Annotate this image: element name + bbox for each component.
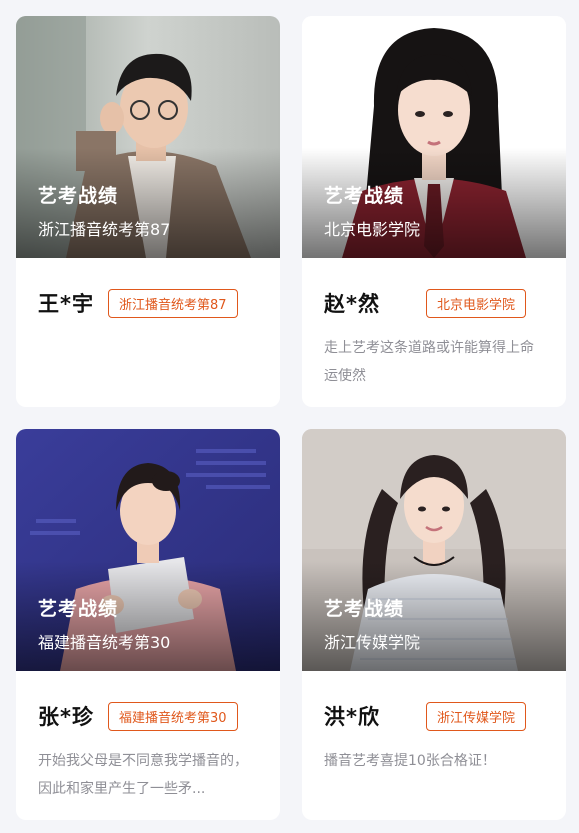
student-info: 洪*欣 浙江传媒学院 播音艺考喜提10张合格证！ bbox=[302, 671, 566, 775]
student-card[interactable]: 艺考战绩 福建播音统考第30 张*珍 福建播音统考第30 开始我父母是不同意我学… bbox=[16, 429, 280, 820]
achievement-badge: 福建播音统考第30 bbox=[108, 701, 238, 731]
student-info: 赵*然 北京电影学院 走上艺考这条道路或许能算得上命运使然 bbox=[302, 258, 566, 390]
student-info: 王*宇 浙江播音统考第87 bbox=[16, 258, 280, 318]
student-name: 洪*欣 bbox=[324, 705, 380, 729]
student-name: 张*珍 bbox=[38, 705, 94, 729]
achievement-badge: 北京电影学院 bbox=[426, 288, 527, 318]
student-photo: 艺考战绩 福建播音统考第30 bbox=[16, 429, 280, 671]
achievement-badge: 浙江播音统考第87 bbox=[108, 288, 238, 318]
student-quote: 走上艺考这条道路或许能算得上命运使然 bbox=[324, 340, 534, 384]
student-card[interactable]: 艺考战绩 浙江播音统考第87 王*宇 浙江播音统考第87 bbox=[16, 16, 280, 407]
student-info: 张*珍 福建播音统考第30 开始我父母是不同意我学播音的，因此和家里产生了一些矛… bbox=[16, 671, 280, 803]
student-name: 赵*然 bbox=[324, 292, 380, 316]
student-quote: 播音艺考喜提10张合格证！ bbox=[324, 753, 496, 769]
student-card[interactable]: 艺考战绩 浙江传媒学院 洪*欣 浙江传媒学院 播音艺考喜提10张合格证！ bbox=[302, 429, 566, 820]
achievement-text: 浙江播音统考第87 bbox=[38, 220, 171, 239]
student-photo: 艺考战绩 北京电影学院 bbox=[302, 16, 566, 258]
student-quote: 开始我父母是不同意我学播音的，因此和家里产生了一些矛... bbox=[38, 753, 248, 797]
achievement-text: 浙江传媒学院 bbox=[324, 633, 421, 652]
student-name: 王*宇 bbox=[38, 292, 94, 316]
achievement-heading: 艺考战绩 bbox=[38, 598, 119, 620]
achievement-text: 北京电影学院 bbox=[324, 220, 421, 239]
achievement-heading: 艺考战绩 bbox=[324, 185, 405, 207]
student-photo: 艺考战绩 浙江传媒学院 bbox=[302, 429, 566, 671]
achievement-text: 福建播音统考第30 bbox=[38, 633, 171, 652]
achievement-badge: 浙江传媒学院 bbox=[426, 701, 527, 731]
student-card[interactable]: 艺考战绩 北京电影学院 赵*然 北京电影学院 走上艺考这条道路或许能算得上命运使… bbox=[302, 16, 566, 407]
achievement-heading: 艺考战绩 bbox=[324, 598, 405, 620]
student-photo: 艺考战绩 浙江播音统考第87 bbox=[16, 16, 280, 258]
achievement-heading: 艺考战绩 bbox=[38, 185, 119, 207]
